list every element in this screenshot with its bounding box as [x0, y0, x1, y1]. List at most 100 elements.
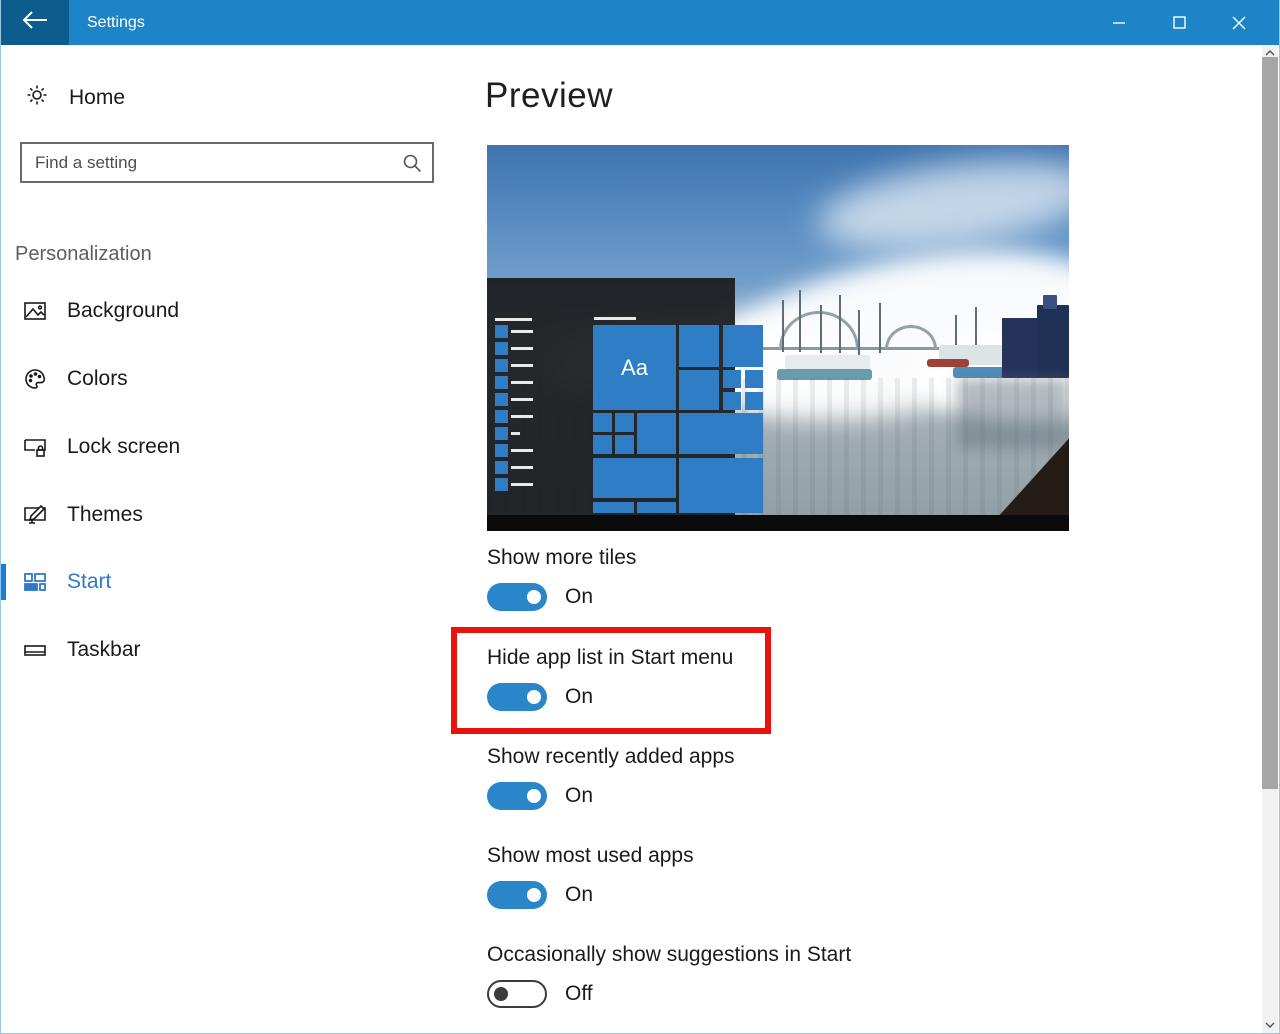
- app-list-tile: [495, 325, 508, 338]
- settings-window: Settings Home: [0, 0, 1280, 1034]
- tile-group-title-line: [594, 317, 636, 320]
- app-list-tile: [495, 410, 508, 423]
- app-list-text-line: [511, 381, 533, 384]
- app-list-text-line: [511, 466, 533, 469]
- toggle-show-more-tiles[interactable]: [487, 583, 547, 611]
- cloud-shape: [813, 146, 1069, 264]
- setting-show-suggestions: Occasionally show suggestions in Start O…: [487, 943, 851, 1008]
- preview-tile: [679, 325, 719, 367]
- toggle-knob: [527, 590, 541, 604]
- app-list-tile: [495, 444, 508, 457]
- sidebar-item-label: Start: [67, 570, 111, 594]
- preview-image: Aa: [487, 145, 1069, 531]
- harbor-building: [1002, 318, 1042, 378]
- preview-tile: [615, 435, 634, 454]
- toggle-show-recently-added[interactable]: [487, 782, 547, 810]
- water-reflection-dark: [957, 378, 1069, 448]
- setting-show-most-used: Show most used apps On: [487, 844, 694, 909]
- scrollbar-thumb[interactable]: [1262, 57, 1278, 789]
- app-list-text-line: [511, 398, 533, 401]
- sidebar-item-label: Lock screen: [67, 435, 180, 459]
- preview-tile: [593, 435, 612, 454]
- harbor-building: [1043, 295, 1057, 309]
- preview-tile: [593, 458, 676, 498]
- page-title: Preview: [485, 76, 613, 116]
- app-list-text-line: [511, 330, 533, 333]
- toggle-state-label: Off: [565, 982, 593, 1006]
- app-list-tile: [495, 359, 508, 372]
- window-controls: [1089, 0, 1269, 45]
- back-arrow-icon: [22, 10, 48, 35]
- background-image-icon: [23, 299, 47, 323]
- boat-hull: [927, 359, 969, 367]
- toggle-knob: [494, 987, 508, 1001]
- sidebar-item-label: Themes: [67, 503, 143, 527]
- sidebar-item-background[interactable]: Background: [1, 289, 453, 333]
- toggle-state-label: On: [565, 784, 593, 808]
- preview-tile: [679, 413, 763, 454]
- boat-mast: [782, 300, 784, 352]
- themes-icon: [23, 503, 47, 527]
- tile-grid: Aa: [593, 325, 763, 513]
- maximize-button[interactable]: [1149, 0, 1209, 45]
- app-list-text-line: [511, 347, 533, 350]
- setting-label: Show more tiles: [487, 546, 636, 570]
- setting-show-recently-added: Show recently added apps On: [487, 745, 735, 810]
- minimize-button[interactable]: [1089, 0, 1149, 45]
- app-list-tile: [495, 376, 508, 389]
- app-list-tile: [495, 427, 508, 440]
- sidebar-item-lock-screen[interactable]: Lock screen: [1, 425, 453, 469]
- sidebar-item-label: Colors: [67, 367, 128, 391]
- setting-hide-app-list: Hide app list in Start menu On: [487, 646, 733, 711]
- app-list-tile: [495, 478, 508, 491]
- titlebar: Settings: [1, 0, 1279, 45]
- toggle-show-suggestions[interactable]: [487, 980, 547, 1008]
- app-list-text-line: [511, 449, 533, 452]
- toggle-knob: [527, 888, 541, 902]
- preview-tile: [637, 413, 676, 454]
- preview-tile: [637, 502, 676, 513]
- minimize-icon: [1112, 16, 1126, 30]
- toggle-knob: [527, 690, 541, 704]
- sidebar-item-start[interactable]: Start: [1, 560, 453, 604]
- sidebar-item-home[interactable]: Home: [25, 83, 125, 113]
- scroll-down-button[interactable]: [1262, 1017, 1278, 1033]
- search-icon[interactable]: [392, 153, 432, 173]
- boat-mast: [799, 290, 801, 352]
- toggle-show-most-used[interactable]: [487, 881, 547, 909]
- selected-accent-bar: [1, 564, 6, 600]
- tile-aa-label: Aa: [621, 355, 648, 381]
- sidebar-item-taskbar[interactable]: Taskbar: [1, 628, 453, 672]
- back-button[interactable]: [1, 0, 69, 45]
- toggle-state-label: On: [565, 685, 593, 709]
- section-label: Personalization: [15, 243, 152, 266]
- chevron-down-icon: [1265, 1022, 1275, 1028]
- sidebar-item-themes[interactable]: Themes: [1, 493, 453, 537]
- close-button[interactable]: [1209, 0, 1269, 45]
- setting-show-more-tiles: Show more tiles On: [487, 546, 636, 611]
- preview-tile: [679, 370, 719, 410]
- lock-screen-icon: [23, 435, 47, 459]
- setting-label: Show most used apps: [487, 844, 694, 868]
- toggle-hide-app-list[interactable]: [487, 683, 547, 711]
- app-list-text-line: [511, 432, 520, 435]
- chevron-up-icon: [1265, 50, 1275, 56]
- boat-mast: [879, 303, 881, 353]
- app-list-tile: [495, 342, 508, 355]
- gear-icon: [25, 83, 49, 113]
- vertical-scrollbar[interactable]: [1262, 45, 1278, 1033]
- boat-mast: [839, 295, 841, 353]
- setting-label: Show recently added apps: [487, 745, 735, 769]
- preview-tile: [593, 413, 612, 432]
- setting-label: Occasionally show suggestions in Start: [487, 943, 851, 967]
- preview-taskbar-strip: [487, 515, 1069, 531]
- search-input[interactable]: [22, 153, 392, 173]
- app-list-text-line: [511, 415, 533, 418]
- window-title: Settings: [87, 14, 1089, 32]
- app-list-header-line: [495, 318, 532, 321]
- sidebar-item-colors[interactable]: Colors: [1, 357, 453, 401]
- preview-tile-aa: Aa: [593, 325, 676, 410]
- preview-tile: [615, 413, 634, 432]
- sidebar-item-label: Background: [67, 299, 179, 323]
- setting-label: Hide app list in Start menu: [487, 646, 733, 670]
